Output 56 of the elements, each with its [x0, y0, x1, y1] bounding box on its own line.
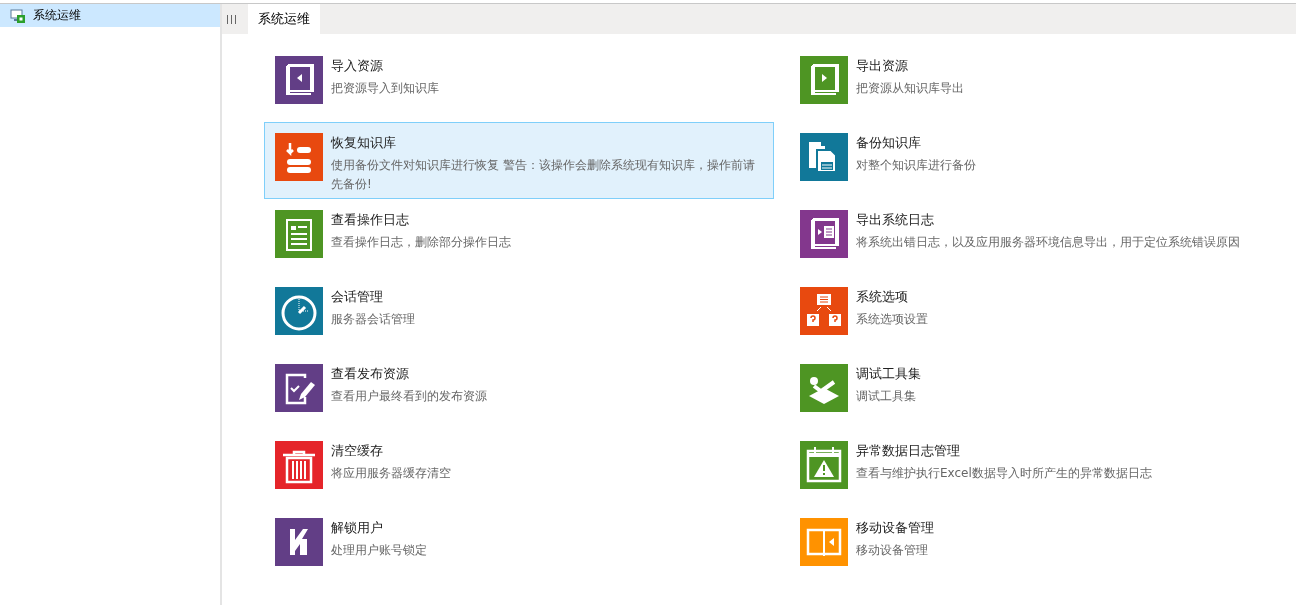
action-tile[interactable]: 导出资源 把资源从知识库导出	[789, 45, 1296, 122]
tile-title: 系统选项	[856, 288, 909, 306]
book-document-icon	[800, 210, 848, 258]
tile-title: 导入资源	[331, 57, 384, 75]
tile-title: 导出资源	[856, 57, 909, 75]
tile-description: 将应用服务器缓存清空	[331, 465, 451, 482]
download-stack-icon	[275, 133, 323, 181]
action-tile[interactable]: 移动设备管理 移动设备管理	[789, 507, 1296, 584]
tile-description: 服务器会话管理	[331, 311, 415, 328]
tile-description: 查看与维护执行Excel数据导入时所产生的异常数据日志	[856, 465, 1152, 482]
tile-title: 查看发布资源	[331, 365, 410, 383]
clipboard-pencil-icon	[275, 364, 323, 412]
action-tile[interactable]: 导出系统日志 将系统出错日志，以及应用服务器环境信息导出，用于定位系统错误原因	[789, 199, 1296, 276]
tile-title: 恢复知识库	[331, 134, 397, 152]
tile-description: 调试工具集	[856, 388, 917, 405]
tile-title: 导出系统日志	[856, 211, 935, 229]
tile-description: 系统选项设置	[856, 311, 928, 328]
tile-title: 调试工具集	[856, 365, 921, 383]
tile-description: 使用备份文件对知识库进行恢复 警告：该操作会删除系统现有知识库，操作前请先备份!	[331, 157, 756, 193]
tile-title: 解锁用户	[331, 519, 384, 537]
action-tile[interactable]: 异常数据日志管理 查看与维护执行Excel数据导入时所产生的异常数据日志	[789, 430, 1296, 507]
flowchart-icon	[800, 287, 848, 335]
tile-title: 备份知识库	[856, 134, 922, 152]
trash-icon	[275, 441, 323, 489]
action-tile[interactable]: 查看发布资源 查看用户最终看到的发布资源	[264, 353, 774, 430]
sidebar-item[interactable]: 系统运维	[0, 4, 220, 27]
action-tile[interactable]: 清空缓存 将应用服务器缓存清空	[264, 430, 774, 507]
tile-title: 查看操作日志	[331, 211, 410, 229]
tile-title: 清空缓存	[331, 442, 384, 460]
tile-description: 把资源导入到知识库	[331, 80, 439, 97]
tile-description: 对整个知识库进行备份	[856, 157, 976, 174]
tile-title: 会话管理	[331, 288, 384, 306]
tab[interactable]: 系统运维	[248, 4, 320, 34]
drag-handle-icon[interactable]	[227, 14, 236, 24]
tile-description: 查看用户最终看到的发布资源	[331, 388, 487, 405]
action-tile[interactable]: 会话管理 服务器会话管理	[264, 276, 774, 353]
open-book-icon	[800, 518, 848, 566]
action-tile[interactable]: 调试工具集 调试工具集	[789, 353, 1296, 430]
tile-description: 移动设备管理	[856, 542, 929, 559]
tile-description: 查看操作日志，删除部分操作日志	[331, 234, 511, 251]
warning-calendar-icon	[800, 441, 848, 489]
tile-title: 移动设备管理	[856, 519, 934, 537]
action-tile[interactable]: 备份知识库 对整个知识库进行备份	[789, 122, 1296, 199]
tile-title: 异常数据日志管理	[856, 442, 961, 460]
tile-description: 把资源从知识库导出	[856, 80, 964, 97]
action-tile[interactable]: 系统选项 系统选项设置	[789, 276, 1296, 353]
clipboard-icon	[275, 210, 323, 258]
tools-icon	[800, 364, 848, 412]
tile-description: 处理用户账号锁定	[331, 542, 427, 559]
action-tile[interactable]: 查看操作日志 查看操作日志，删除部分操作日志	[264, 199, 774, 276]
action-tile[interactable]: 导入资源 把资源导入到知识库	[264, 45, 774, 122]
action-tile[interactable]: 恢复知识库 使用备份文件对知识库进行恢复 警告：该操作会删除系统现有知识库，操作前请先备份!	[264, 122, 774, 199]
tile-description: 将系统出错日志，以及应用服务器环境信息导出，用于定位系统错误原因	[856, 234, 1240, 251]
action-tile[interactable]: 解锁用户 处理用户账号锁定	[264, 507, 774, 584]
stopwatch-icon	[275, 287, 323, 335]
monitor-icon	[10, 7, 26, 24]
